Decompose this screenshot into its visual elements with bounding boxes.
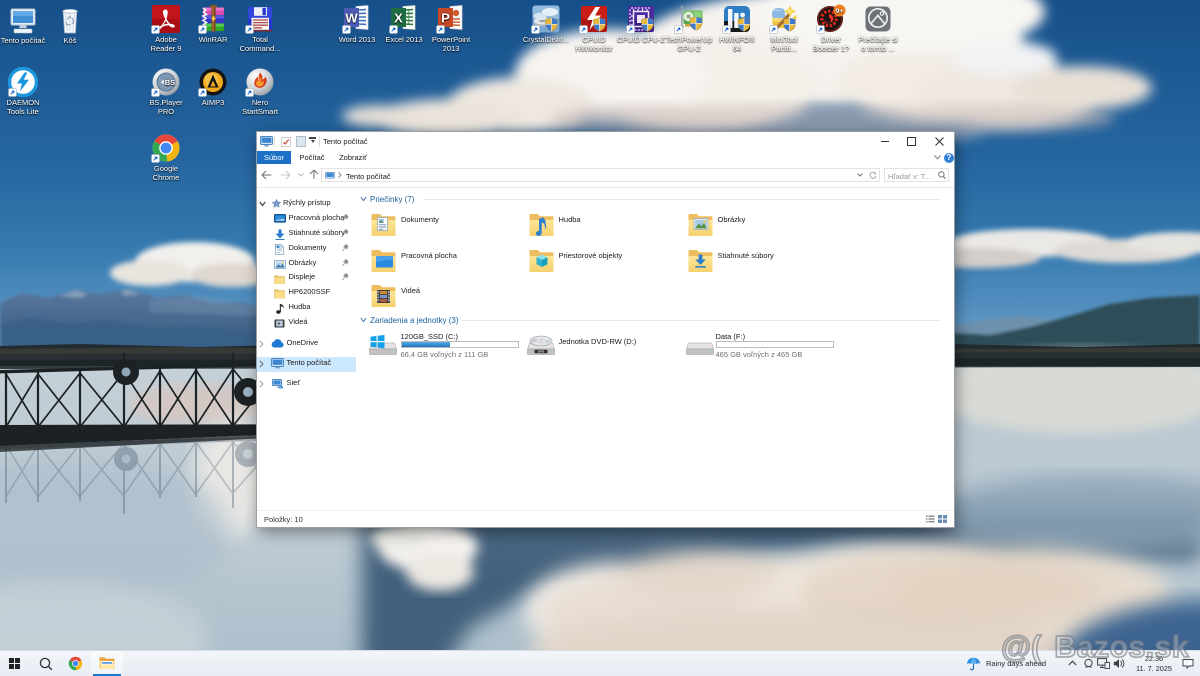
svg-text:9+: 9+ bbox=[836, 8, 844, 15]
svg-text:X: X bbox=[394, 11, 403, 26]
svg-text:W: W bbox=[345, 11, 358, 26]
svg-text:P: P bbox=[441, 11, 450, 26]
svg-text:BS: BS bbox=[165, 78, 175, 87]
